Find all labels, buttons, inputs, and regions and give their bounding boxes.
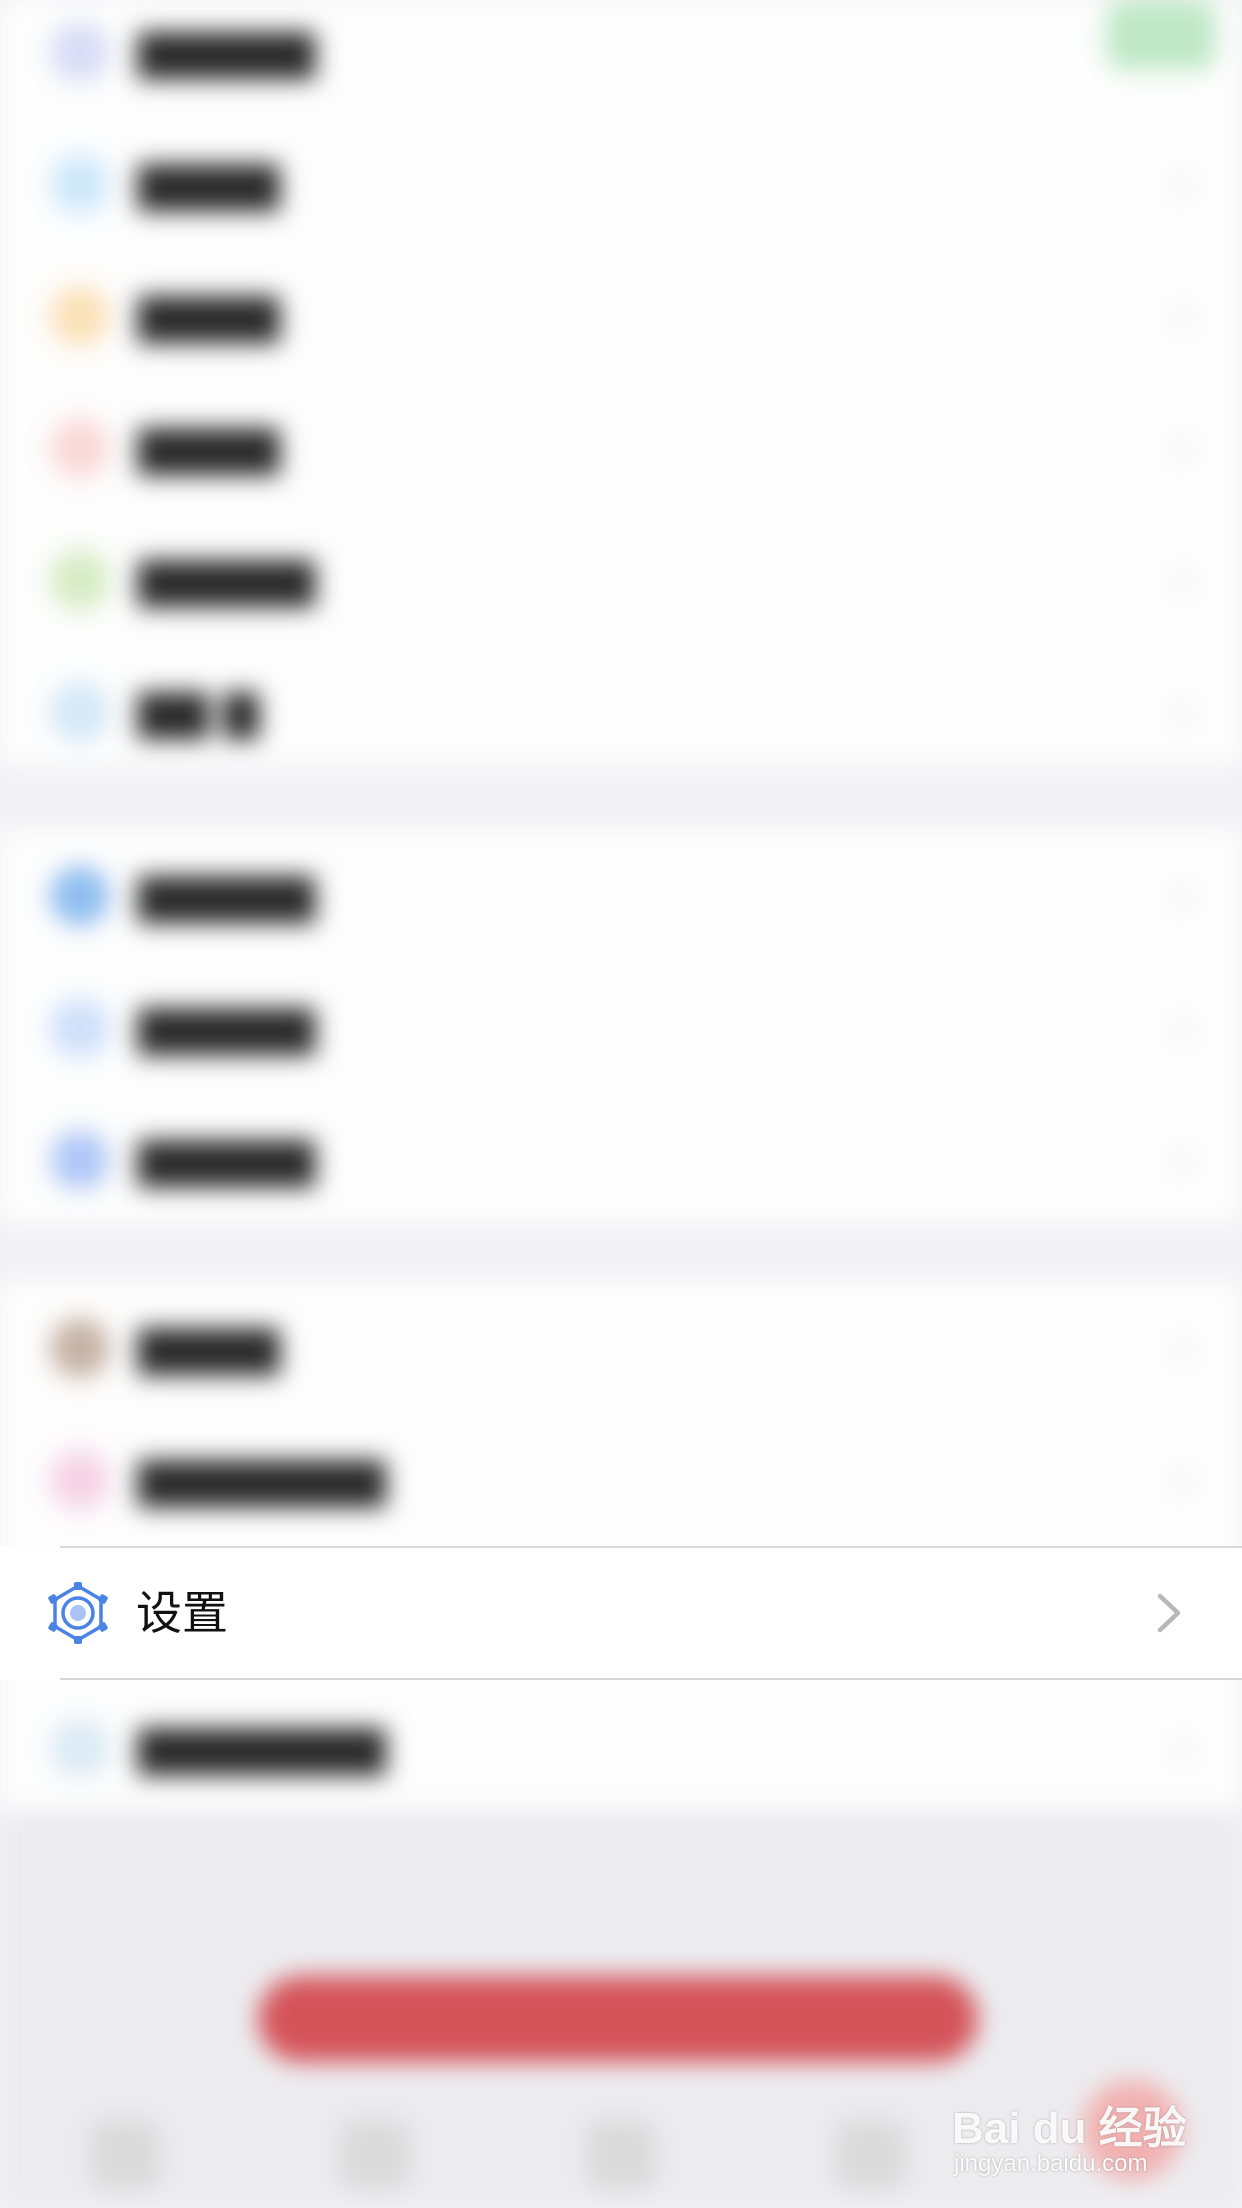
tab-bar-item[interactable] <box>1082 2080 1182 2180</box>
settings-row[interactable]: 设置 <box>0 1546 1242 1680</box>
menu-item-label: ▇▇▇▇▇ <box>138 553 315 607</box>
chevron-right-icon: › <box>1174 422 1192 473</box>
chevron-right-icon: › <box>1174 1134 1192 1185</box>
menu-item[interactable]: ▇▇▇▇▇▇▇ › <box>0 1682 1242 1814</box>
divider <box>60 1546 1242 1548</box>
menu-item[interactable]: ▇▇▇▇ › <box>0 382 1242 514</box>
gear-icon <box>48 1582 108 1644</box>
menu-item-icon <box>50 418 110 478</box>
menu-item[interactable]: ▇▇▇▇▇ › <box>0 830 1242 962</box>
menu-item[interactable]: ▇▇▇▇▇ <box>0 0 1242 118</box>
chevron-right-icon: › <box>1174 1722 1192 1773</box>
menu-item-label: ▇▇▇▇▇ <box>138 1133 315 1187</box>
chevron-right-icon: › <box>1174 1002 1192 1053</box>
menu-section-1: ▇▇▇▇▇ ▇▇▇▇ › ▇▇▇▇ › ▇▇▇▇ › ▇▇▇▇▇ › ▇▇ ▇ … <box>0 0 1242 764</box>
chevron-right-icon: › <box>1174 1322 1192 1373</box>
menu-item-icon <box>50 866 110 926</box>
chevron-right-icon <box>1157 1593 1181 1633</box>
menu-item[interactable]: ▇▇▇▇▇ › <box>0 962 1242 1094</box>
divider <box>60 1678 1242 1680</box>
chevron-right-icon: › <box>1174 290 1192 341</box>
menu-item[interactable]: ▇▇ ▇ › <box>0 646 1242 778</box>
menu-item-icon <box>50 1718 110 1778</box>
chevron-right-icon: › <box>1174 686 1192 737</box>
menu-item[interactable]: ▇▇▇▇ › <box>0 118 1242 250</box>
menu-item-icon <box>50 286 110 346</box>
menu-item-icon <box>50 22 110 82</box>
menu-item-icon <box>50 550 110 610</box>
menu-item[interactable]: ▇▇▇▇▇▇▇ › <box>0 1414 1242 1546</box>
settings-label: 设置 <box>136 1586 228 1640</box>
menu-item[interactable]: ▇▇▇▇▇ › <box>0 514 1242 646</box>
menu-item-label: ▇▇▇▇ <box>138 1321 280 1375</box>
primary-action-button[interactable] <box>258 1976 978 2062</box>
menu-item-label: ▇▇▇▇ <box>138 289 280 343</box>
menu-item-icon <box>50 682 110 742</box>
menu-item-icon <box>50 1450 110 1510</box>
menu-item-icon <box>50 154 110 214</box>
menu-item-label: ▇▇▇▇▇ <box>138 25 315 79</box>
menu-item-label: ▇▇▇▇▇ <box>138 869 315 923</box>
menu-item-icon <box>50 1318 110 1378</box>
menu-section-2: ▇▇▇▇▇ › ▇▇▇▇▇ › ▇▇▇▇▇ › <box>0 830 1242 1222</box>
menu-item[interactable]: ▇▇▇▇ › <box>0 250 1242 382</box>
chevron-right-icon: › <box>1174 1454 1192 1505</box>
chevron-right-icon: › <box>1174 554 1192 605</box>
tab-bar-item[interactable] <box>836 2120 906 2190</box>
chevron-right-icon: › <box>1174 158 1192 209</box>
menu-item[interactable]: ▇▇▇▇▇ › <box>0 1094 1242 1226</box>
chevron-right-icon: › <box>1174 870 1192 921</box>
menu-item-label: ▇▇ ▇ <box>138 685 259 739</box>
menu-item-label: ▇▇▇▇ <box>138 157 280 211</box>
menu-item-label: ▇▇▇▇▇▇▇ <box>138 1721 386 1775</box>
menu-item[interactable]: ▇▇▇▇ › <box>0 1282 1242 1414</box>
tab-bar-item[interactable] <box>340 2120 410 2190</box>
menu-item-icon <box>50 998 110 1058</box>
menu-item-label: ▇▇▇▇▇▇▇ <box>138 1453 386 1507</box>
menu-item-label: ▇▇▇▇▇ <box>138 1001 315 1055</box>
tab-bar-item[interactable] <box>90 2120 160 2190</box>
tab-bar-item[interactable] <box>586 2120 656 2190</box>
menu-item-label: ▇▇▇▇ <box>138 421 280 475</box>
menu-item-icon <box>50 1130 110 1190</box>
